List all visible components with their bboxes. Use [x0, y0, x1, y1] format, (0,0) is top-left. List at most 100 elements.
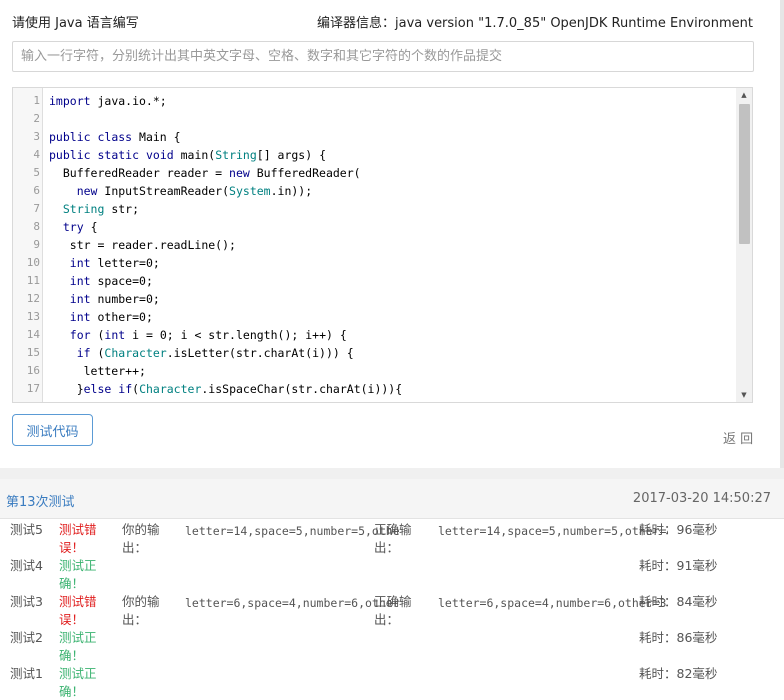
expected-output-label: 正确输 出： [374, 521, 414, 557]
code-text[interactable]: import java.io.*; [49, 92, 167, 110]
test-status-line: 测试正 [59, 630, 97, 645]
code-line[interactable]: 7 String str; [13, 200, 735, 218]
line-number: 16 [26, 364, 40, 377]
code-line[interactable]: 15 if (Character.isLetter(str.charAt(i))… [13, 344, 735, 362]
line-number: 11 [26, 274, 40, 287]
code-line[interactable]: 6 new InputStreamReader(System.in)); [13, 182, 735, 200]
code-text[interactable]: int space=0; [49, 272, 153, 290]
code-text[interactable]: int other=0; [49, 308, 153, 326]
code-line[interactable]: 2 [13, 110, 735, 128]
line-number: 7 [33, 202, 40, 215]
line-number: 6 [33, 184, 40, 197]
back-link[interactable]: 返 回 [723, 428, 753, 447]
your-output-value: letter=14,space=5,number=5,other=6 [185, 524, 400, 538]
test-status: 测试错误！ [59, 593, 103, 629]
code-text[interactable]: public class Main { [49, 128, 181, 146]
scrollbar-thumb[interactable] [739, 104, 750, 244]
line-number: 5 [33, 166, 40, 179]
code-line[interactable]: 1 import java.io.*; [13, 92, 735, 110]
test-name: 测试2 [10, 630, 43, 645]
your-output-label: 你的输 出： [122, 521, 162, 557]
test-result-row: 测试5 测试错误！ 你的输 出： letter=14,space=5,number=5,… [0, 521, 784, 557]
code-text[interactable]: BufferedReader reader = new BufferedRead… [49, 164, 361, 182]
your-output-value: letter=6,space=4,number=6,other=5 [185, 596, 400, 610]
section-divider [0, 468, 784, 479]
line-number: 1 [33, 94, 40, 107]
expected-output-value: letter=6,space=4,number=6,other=3 [438, 596, 667, 610]
code-text[interactable]: try { [49, 218, 98, 236]
line-number: 2 [33, 112, 40, 125]
test-status: 测试正 确！ [59, 557, 103, 593]
code-line[interactable]: 14 for (int i = 0; i < str.length(); i++… [13, 326, 735, 344]
test-elapsed-time: 耗时：82毫秒 [639, 666, 718, 681]
expected-output-label-line: 出： [374, 612, 400, 627]
line-number: 17 [26, 382, 40, 395]
test-result-row: 测试2 测试正确！ 耗时：86毫秒 [0, 629, 784, 665]
compiler-info: 编译器信息：java version "1.7.0_85" OpenJDK Ru… [317, 16, 753, 31]
test-status: 测试正确！ [59, 629, 103, 665]
test-status-line: 测试错 [59, 522, 97, 537]
test-status-line: 测试正 [59, 558, 97, 573]
result-title[interactable]: 第13次测试 [6, 491, 75, 510]
code-text[interactable]: if (Character.isLetter(str.charAt(i))) { [49, 344, 354, 362]
code-line[interactable]: 3 public class Main { [13, 128, 735, 146]
test-name: 测试5 [10, 522, 43, 537]
code-editor[interactable]: 1 import java.io.*; 2 3 public class Main {4… [12, 87, 753, 403]
test-result-row: 测试4 测试正 确！ 耗时：91毫秒 [0, 557, 784, 593]
test-status-line: 测试错 [59, 594, 97, 609]
line-number: 10 [26, 256, 40, 269]
code-text[interactable]: int letter=0; [49, 254, 160, 272]
code-text[interactable]: str = reader.readLine(); [49, 236, 236, 254]
test-status: 测试正 确！ [59, 665, 103, 700]
code-line[interactable]: 4 public static void main(String[] args) … [13, 146, 735, 164]
test-status-line: 确！ [59, 684, 85, 699]
your-output-label-line: 出： [122, 612, 148, 627]
your-output-label-line: 出： [122, 540, 148, 555]
test-status-line: 误！ [59, 540, 85, 555]
work-title-input[interactable] [12, 41, 754, 72]
expected-output-label-line: 正确输 [374, 522, 412, 537]
code-line[interactable]: 10 int letter=0; [13, 254, 735, 272]
code-text[interactable]: }else if(Character.isSpaceChar(str.charA… [49, 380, 402, 398]
scroll-up-arrow-icon[interactable]: ▲ [736, 88, 752, 102]
panel-edge [780, 0, 784, 468]
code-text[interactable]: int number=0; [49, 290, 160, 308]
test-elapsed-time: 耗时：86毫秒 [639, 630, 718, 645]
submission-panel: 请使用 Java 语言编写 编译器信息：java version "1.7.0_… [0, 0, 780, 468]
code-text[interactable]: letter++; [49, 362, 146, 380]
test-status-line: 误！ [59, 612, 85, 627]
code-line[interactable]: 13 int other=0; [13, 308, 735, 326]
test-result-row: 测试3 测试错 误！ 你的输 出： letter=6,space=4,number=6,o… [0, 593, 784, 629]
your-output-label-line: 你的输 [122, 594, 160, 609]
line-number: 15 [26, 346, 40, 359]
test-name: 测试4 [10, 558, 43, 573]
test-elapsed-time: 耗时：96毫秒 [639, 522, 718, 537]
editor-scrollbar[interactable]: ▲ ▼ [736, 88, 752, 402]
line-number: 13 [26, 310, 40, 323]
expected-output-label-line: 正确输 [374, 594, 412, 609]
line-number: 9 [33, 238, 40, 251]
test-status: 测试错误！ [59, 521, 103, 557]
result-header: 第13次测试 2017-03-20 14:50:27 [0, 479, 784, 519]
test-name: 测试1 [10, 666, 43, 681]
test-result-row: 测试1 测试正 确！ 耗时：82毫秒 [0, 665, 784, 700]
test-code-button[interactable]: 测试代码 [12, 414, 93, 446]
code-line[interactable]: 17 }else if(Character.isSpaceChar(str.ch… [13, 380, 735, 398]
your-output-label: 你的输出： [122, 593, 162, 629]
code-line[interactable]: 16 letter++; [13, 362, 735, 380]
code-line[interactable]: 8 try { [13, 218, 735, 236]
line-number: 3 [33, 130, 40, 143]
code-text[interactable]: public static void main(String[] args) { [49, 146, 326, 164]
code-line[interactable]: 11 int space=0; [13, 272, 735, 290]
code-text[interactable]: String str; [49, 200, 139, 218]
code-line[interactable]: 9 str = reader.readLine(); [13, 236, 735, 254]
code-line[interactable]: 5 BufferedReader reader = new BufferedRe… [13, 164, 735, 182]
line-number: 12 [26, 292, 40, 305]
code-lines[interactable]: 1 import java.io.*; 2 3 public class Main {4… [13, 92, 735, 398]
test-status-line: 确！ [59, 648, 85, 663]
code-line[interactable]: 12 int number=0; [13, 290, 735, 308]
code-text[interactable]: new InputStreamReader(System.in)); [49, 182, 312, 200]
code-text[interactable]: for (int i = 0; i < str.length(); i++) { [49, 326, 347, 344]
line-number: 14 [26, 328, 40, 341]
scroll-down-arrow-icon[interactable]: ▼ [736, 388, 752, 402]
